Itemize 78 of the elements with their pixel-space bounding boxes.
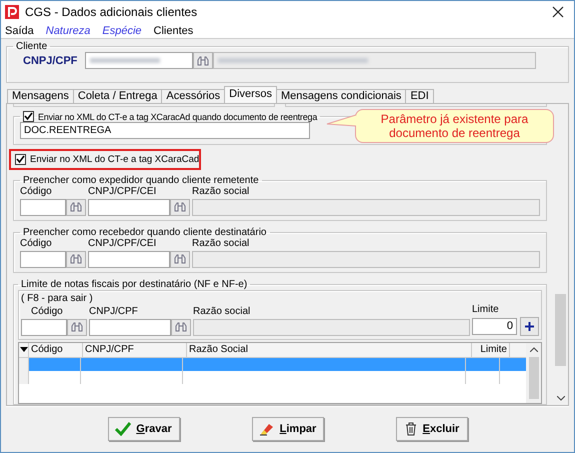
checkbox[interactable] [23, 111, 34, 122]
group-title: Preencher como recebedor quando cliente destinatário [22, 226, 268, 238]
column-header[interactable]: CNPJ/CPF [83, 342, 187, 357]
field-label: Razão social [193, 306, 252, 319]
cnpj-field[interactable] [88, 198, 170, 216]
scrollbar-thumb[interactable] [555, 294, 566, 366]
binoculars-icon [70, 202, 82, 212]
menu-item[interactable]: Natureza [46, 24, 90, 36]
cnpj-field[interactable] [89, 318, 171, 336]
tab[interactable]: Mensagens [7, 88, 74, 103]
field-label: CNPJ/CPF [22, 54, 78, 66]
clear-button[interactable]: Limpar [252, 417, 324, 442]
scrollbar-thumb[interactable] [528, 356, 538, 399]
cnpj-field[interactable] [88, 250, 170, 268]
redacted-icon [218, 58, 368, 63]
field-label: Código [20, 238, 53, 251]
column-header[interactable]: Código [29, 342, 83, 357]
menu-item[interactable]: Espécie [102, 24, 142, 36]
search-button[interactable] [66, 250, 86, 268]
search-button[interactable] [170, 250, 190, 268]
tab[interactable]: Coleta / Entrega [72, 88, 162, 103]
menu-item[interactable]: Clientes [154, 24, 194, 36]
search-button[interactable] [171, 318, 191, 336]
tab[interactable]: EDI [405, 88, 434, 103]
tab[interactable]: Diversos [224, 86, 277, 103]
search-button[interactable] [66, 198, 86, 216]
field-label: Razão social [192, 238, 250, 251]
redacted-icon [90, 58, 160, 63]
trash-icon [404, 422, 418, 436]
button-label: Limpar [280, 423, 316, 436]
code-field[interactable] [20, 198, 66, 216]
window-title: CGS - Dados adicionais clientes [25, 5, 198, 19]
menu-item[interactable]: Saída [5, 24, 34, 36]
search-button[interactable] [67, 318, 87, 336]
field-label: Código [30, 306, 64, 319]
search-button[interactable] [170, 198, 190, 216]
field-label: CNPJ/CPF [89, 306, 139, 319]
binoculars-icon [175, 322, 187, 332]
binoculars-icon [71, 322, 83, 332]
button-label: Gravar [136, 423, 172, 436]
delete-button[interactable]: Excluir [396, 417, 468, 442]
field-label: Razão social [192, 186, 250, 199]
add-button[interactable] [520, 316, 539, 336]
cnpj-field[interactable] [85, 52, 193, 69]
column-header[interactable]: Limite [472, 342, 510, 357]
binoculars-icon [197, 56, 209, 66]
checkmark-icon [115, 422, 132, 436]
code-field[interactable] [20, 250, 66, 268]
limit-field[interactable]: 0 [472, 318, 517, 335]
group-title: Cliente [15, 41, 48, 52]
button-label: Excluir [422, 423, 460, 436]
field-label: CNPJ/CPF/CEI [88, 186, 156, 199]
table-row[interactable] [19, 358, 526, 371]
plus-icon [525, 322, 534, 331]
binoculars-icon [174, 202, 186, 212]
sort-arrow-icon [20, 347, 28, 352]
checkbox-label: Enviar no XML do CT-e a tag XCaraCad [30, 154, 200, 165]
column-header[interactable]: Razão Social [187, 342, 472, 357]
checkbox-label: Enviar no XML do CT-e a tag XCaracAd quando documento de reentrega [38, 112, 318, 122]
search-button[interactable] [193, 52, 213, 69]
eraser-icon [258, 422, 275, 436]
scrollbar[interactable] [526, 342, 541, 403]
code-field[interactable] [21, 318, 67, 336]
field-label: Código [20, 186, 53, 199]
group-title: Preencher como expedidor quando cliente remetente [22, 174, 260, 186]
text-field[interactable]: DOC.REENTREGA [20, 122, 310, 140]
checkbox[interactable] [15, 154, 26, 165]
binoculars-icon [70, 254, 82, 264]
field-label: Limite [472, 304, 500, 317]
group-title: Limite de notas fiscais por destinatário (NF e NF-e) [20, 278, 248, 290]
hint-text: ( F8 - para sair ) [21, 292, 94, 304]
binoculars-icon [174, 254, 186, 264]
save-button[interactable]: Gravar [108, 417, 180, 442]
close-icon[interactable] [552, 6, 564, 18]
field-label: CNPJ/CPF/CEI [88, 238, 156, 251]
callout-text: Parâmetro já existente para documento de reentrega [380, 112, 530, 140]
app-icon [5, 5, 19, 19]
tab[interactable]: Mensagens condicionais [276, 88, 406, 103]
